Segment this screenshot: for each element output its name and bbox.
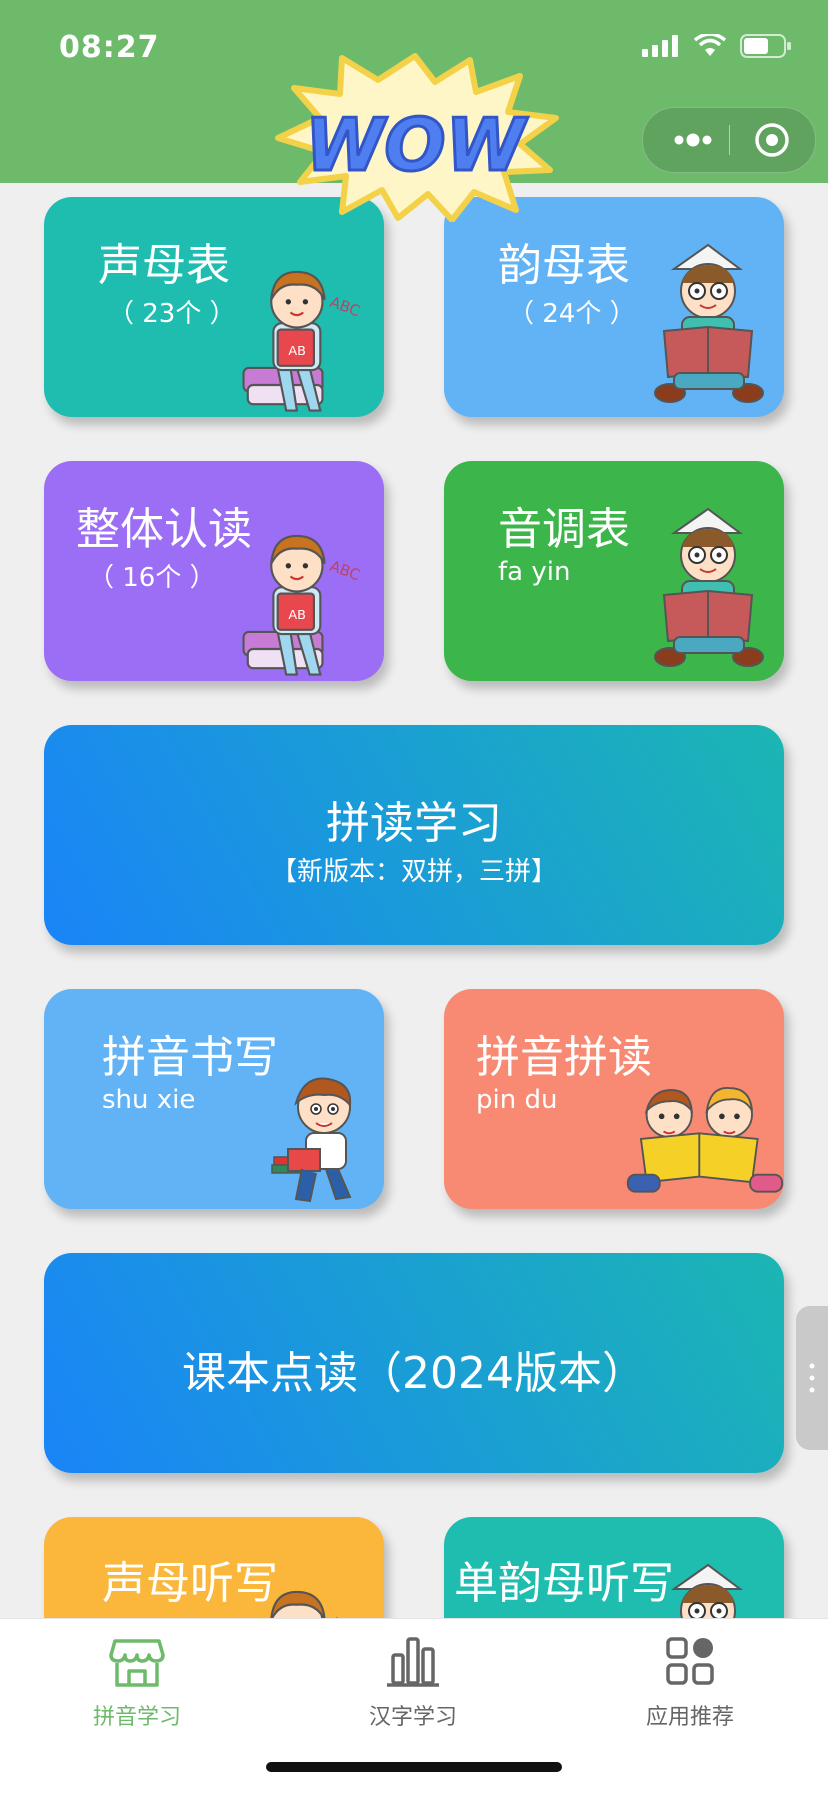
boy-reading-illustration bbox=[644, 507, 774, 677]
mini-program-capsule bbox=[642, 107, 816, 173]
card-subtitle: （ 24个 ） bbox=[508, 299, 636, 329]
tab-label: 应用推荐 bbox=[645, 1705, 734, 1730]
status-icons bbox=[642, 34, 792, 58]
tab-label: 拼音学习 bbox=[92, 1705, 181, 1730]
card-subtitle: pin du bbox=[476, 1085, 558, 1115]
card-title: 单韵母听写 bbox=[454, 1558, 674, 1609]
main-content: 声母表 （ 23个 ） 韵母表 （ 24个 ） 整体认读 （ 16个 ） 音调表… bbox=[0, 183, 828, 1618]
home-indicator bbox=[266, 1762, 562, 1772]
card-kebeng[interactable]: 课本点读（2024版本） bbox=[44, 1253, 784, 1473]
boy-reading-illustration bbox=[644, 243, 774, 413]
wow-logo-text: WOW bbox=[305, 103, 529, 187]
tab-label: 汉字学习 bbox=[368, 1705, 457, 1730]
card-yunmu[interactable]: 韵母表 （ 24个 ） bbox=[444, 197, 784, 417]
card-yindiao[interactable]: 音调表 fa yin bbox=[444, 461, 784, 681]
card-subtitle: （ 23个 ） bbox=[108, 299, 236, 329]
card-pindu-study[interactable]: 拼读学习 【新版本：双拼，三拼】 bbox=[44, 725, 784, 945]
card-subtitle: 【新版本：双拼，三拼】 bbox=[270, 857, 557, 887]
tab-pinyin-study[interactable]: 拼音学习 bbox=[37, 1619, 237, 1739]
apps-grid-icon bbox=[666, 1637, 714, 1685]
vertical-dots-icon bbox=[809, 1363, 815, 1393]
card-title: 整体认读 bbox=[76, 504, 252, 555]
card-title: 声母表 bbox=[98, 240, 230, 291]
bar-chart-icon bbox=[387, 1637, 439, 1687]
card-shuxie[interactable]: 拼音书写 shu xie bbox=[44, 989, 384, 1209]
kids-reading-illustration bbox=[624, 1075, 784, 1201]
girl-reading-illustration bbox=[234, 257, 364, 417]
card-title: 拼音书写 bbox=[102, 1032, 278, 1083]
tab-app-recommend[interactable]: 应用推荐 bbox=[590, 1619, 790, 1739]
wow-logo: WOW bbox=[275, 53, 559, 222]
card-title: 韵母表 bbox=[498, 240, 630, 291]
girl-reading-illustration bbox=[234, 521, 364, 681]
more-dots-icon bbox=[674, 133, 712, 147]
close-mini-program-button[interactable] bbox=[739, 108, 805, 172]
status-time: 08:27 bbox=[59, 30, 160, 65]
card-shengmu-tingxie[interactable]: 声母听写 bbox=[44, 1517, 384, 1618]
card-subtitle: shu xie bbox=[102, 1085, 196, 1115]
side-drawer-handle[interactable] bbox=[796, 1306, 828, 1450]
card-title: 课本点读（2024版本） bbox=[182, 1348, 646, 1399]
signal-icon bbox=[642, 35, 678, 57]
card-pindu[interactable]: 拼音拼读 pin du bbox=[444, 989, 784, 1209]
boy-reading-illustration bbox=[644, 1563, 774, 1618]
capsule-divider bbox=[729, 125, 730, 155]
tab-hanzi-study[interactable]: 汉字学习 bbox=[313, 1619, 513, 1739]
card-shengmu[interactable]: 声母表 （ 23个 ） bbox=[44, 197, 384, 417]
card-title: 拼读学习 bbox=[326, 798, 502, 849]
target-close-icon bbox=[755, 123, 789, 157]
battery-icon bbox=[740, 34, 791, 58]
card-subtitle: （ 16个 ） bbox=[88, 563, 216, 593]
card-title: 音调表 bbox=[498, 504, 630, 555]
girl-reading-illustration bbox=[234, 1577, 364, 1618]
card-danyunmu-tingxie[interactable]: 单韵母听写 bbox=[444, 1517, 784, 1618]
store-icon bbox=[109, 1639, 165, 1687]
more-button[interactable] bbox=[665, 108, 725, 172]
wifi-icon bbox=[694, 34, 726, 56]
card-zhengti[interactable]: 整体认读 （ 16个 ） bbox=[44, 461, 384, 681]
card-subtitle: fa yin bbox=[498, 557, 571, 587]
boy-with-books-illustration bbox=[266, 1069, 366, 1209]
